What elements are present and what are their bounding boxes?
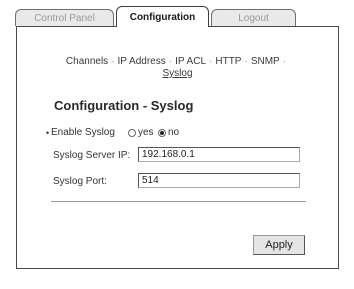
- apply-button[interactable]: Apply: [253, 235, 305, 255]
- nav-separator: ·: [244, 56, 248, 67]
- tab-logout[interactable]: Logout: [211, 9, 296, 26]
- nav-separator: ·: [111, 56, 115, 67]
- nav-link-syslog[interactable]: Syslog: [162, 68, 192, 79]
- nav-link-http[interactable]: HTTP: [215, 56, 241, 67]
- tab-control-panel[interactable]: Control Panel: [15, 9, 114, 26]
- sub-navigation: Channels · IP Address · IP ACL · HTTP · SNMP · Sy…: [17, 56, 338, 80]
- nav-link-snmp[interactable]: SNMP: [251, 56, 280, 67]
- enable-syslog-label: Enable Syslog: [51, 127, 115, 138]
- page-title: Configuration - Syslog: [54, 98, 194, 113]
- enable-syslog-yes-label: yes: [138, 127, 154, 138]
- nav-link-ip-address[interactable]: IP Address: [118, 56, 166, 67]
- port-input[interactable]: 514: [138, 173, 300, 188]
- nav-link-channels[interactable]: Channels: [66, 56, 108, 67]
- nav-separator: ·: [209, 56, 213, 67]
- server-ip-input[interactable]: 192.168.0.1: [138, 147, 300, 162]
- nav-link-ip-acl[interactable]: IP ACL: [175, 56, 206, 67]
- enable-syslog-no-radio[interactable]: [158, 129, 166, 137]
- nav-separator: ·: [282, 56, 287, 67]
- port-label: Syslog Port:: [53, 176, 107, 187]
- divider: [51, 201, 306, 202]
- nav-separator: ·: [168, 56, 173, 67]
- enable-syslog-yes-radio[interactable]: [128, 129, 136, 137]
- bullet-icon: •: [46, 128, 50, 138]
- tab-configuration[interactable]: Configuration: [116, 6, 209, 27]
- server-ip-label: Syslog Server IP:: [53, 150, 131, 161]
- enable-syslog-no-label: no: [168, 127, 180, 138]
